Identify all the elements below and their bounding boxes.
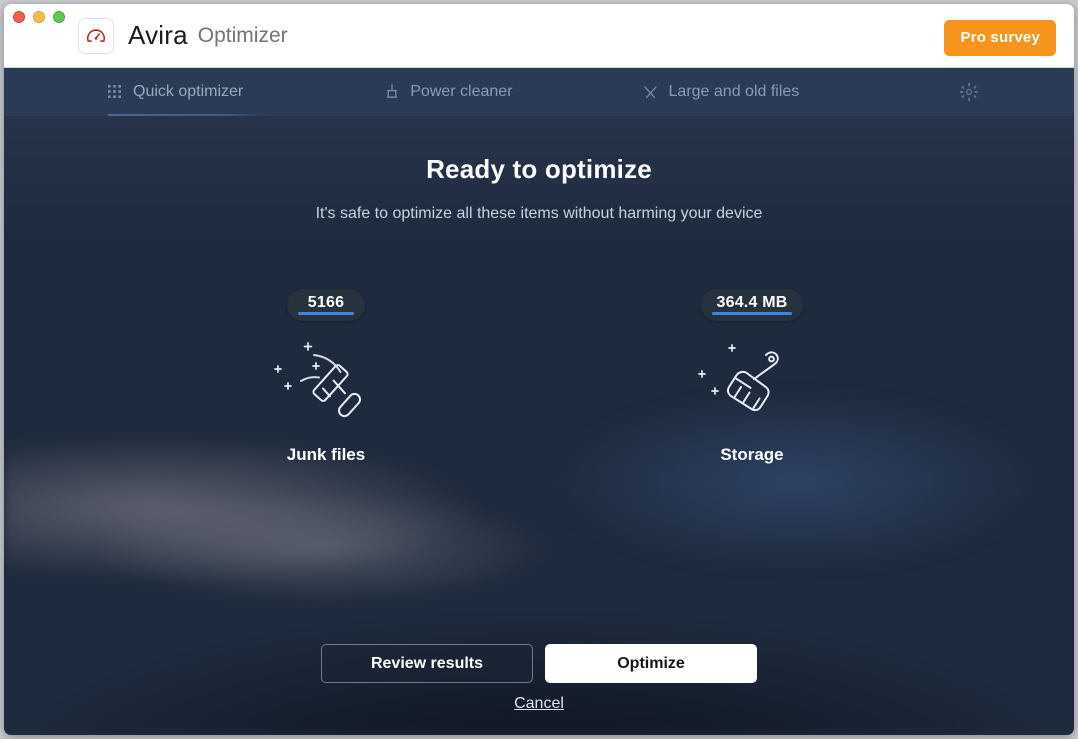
- card-storage[interactable]: 364.4 MB Storage: [657, 289, 847, 465]
- gear-icon: [960, 83, 978, 101]
- broom-icon: [387, 84, 398, 98]
- app-body: Quick optimizer Power cleaner Large and …: [4, 68, 1074, 735]
- tab-power-cleaner[interactable]: Power cleaner: [385, 68, 513, 116]
- tab-bar: Quick optimizer Power cleaner Large and …: [4, 68, 1074, 116]
- card-label: Junk files: [286, 444, 366, 464]
- page-subtitle: It's safe to optimize all these items wi…: [315, 205, 763, 222]
- card-junk-files[interactable]: 5166 Junk files: [231, 289, 421, 465]
- badge-progress-bar: [711, 311, 793, 315]
- badge-progress-bar: [298, 311, 354, 315]
- speedometer-icon: [86, 28, 106, 42]
- tab-quick-optimizer[interactable]: Quick optimizer: [108, 68, 268, 116]
- tab-label: Power cleaner: [410, 82, 513, 100]
- optimize-button[interactable]: Optimize: [545, 644, 757, 683]
- pro-survey-button[interactable]: Pro survey: [944, 20, 1056, 56]
- close-window-button[interactable]: [13, 11, 25, 23]
- review-results-button[interactable]: Review results: [321, 644, 533, 683]
- brand-name: Avira: [128, 20, 188, 50]
- maximize-window-button[interactable]: [53, 11, 65, 23]
- grid-icon: [108, 85, 121, 98]
- badge-value: 364.4 MB: [716, 294, 788, 311]
- storage-icon-wrap: [692, 335, 812, 427]
- footer-actions: Review results Optimize: [4, 644, 1074, 683]
- settings-button[interactable]: [959, 82, 979, 102]
- junk-files-icon-wrap: [266, 335, 386, 427]
- app-window: Avira Optimizer Pro survey Quick optimiz…: [4, 4, 1074, 735]
- page-title: Ready to optimize: [426, 154, 652, 184]
- minimize-window-button[interactable]: [33, 11, 45, 23]
- main-content: Ready to optimize It's safe to optimize …: [4, 116, 1074, 465]
- product-name: Optimizer: [197, 23, 288, 47]
- scissors-icon: [643, 85, 657, 98]
- tab-label: Quick optimizer: [133, 82, 244, 100]
- avira-logo: [78, 17, 114, 54]
- tab-large-and-old-files[interactable]: Large and old files: [643, 68, 800, 116]
- card-label: Storage: [720, 444, 784, 464]
- cancel-wrapper: Cancel: [4, 695, 1074, 713]
- squeegee-icon: [274, 341, 362, 417]
- storage-badge: 364.4 MB: [700, 289, 804, 321]
- cancel-link[interactable]: Cancel: [514, 695, 564, 713]
- brush-icon: [698, 343, 779, 411]
- title-bar: Avira Optimizer Pro survey: [4, 4, 1074, 68]
- tab-label: Large and old files: [668, 82, 800, 100]
- badge-value: 5166: [307, 294, 345, 311]
- optimize-cards: 5166 Junk files 364.4 MB Storage: [4, 289, 1074, 465]
- window-controls: [13, 11, 65, 23]
- brand: Avira Optimizer: [78, 17, 288, 54]
- junk-files-badge: 5166: [287, 289, 365, 321]
